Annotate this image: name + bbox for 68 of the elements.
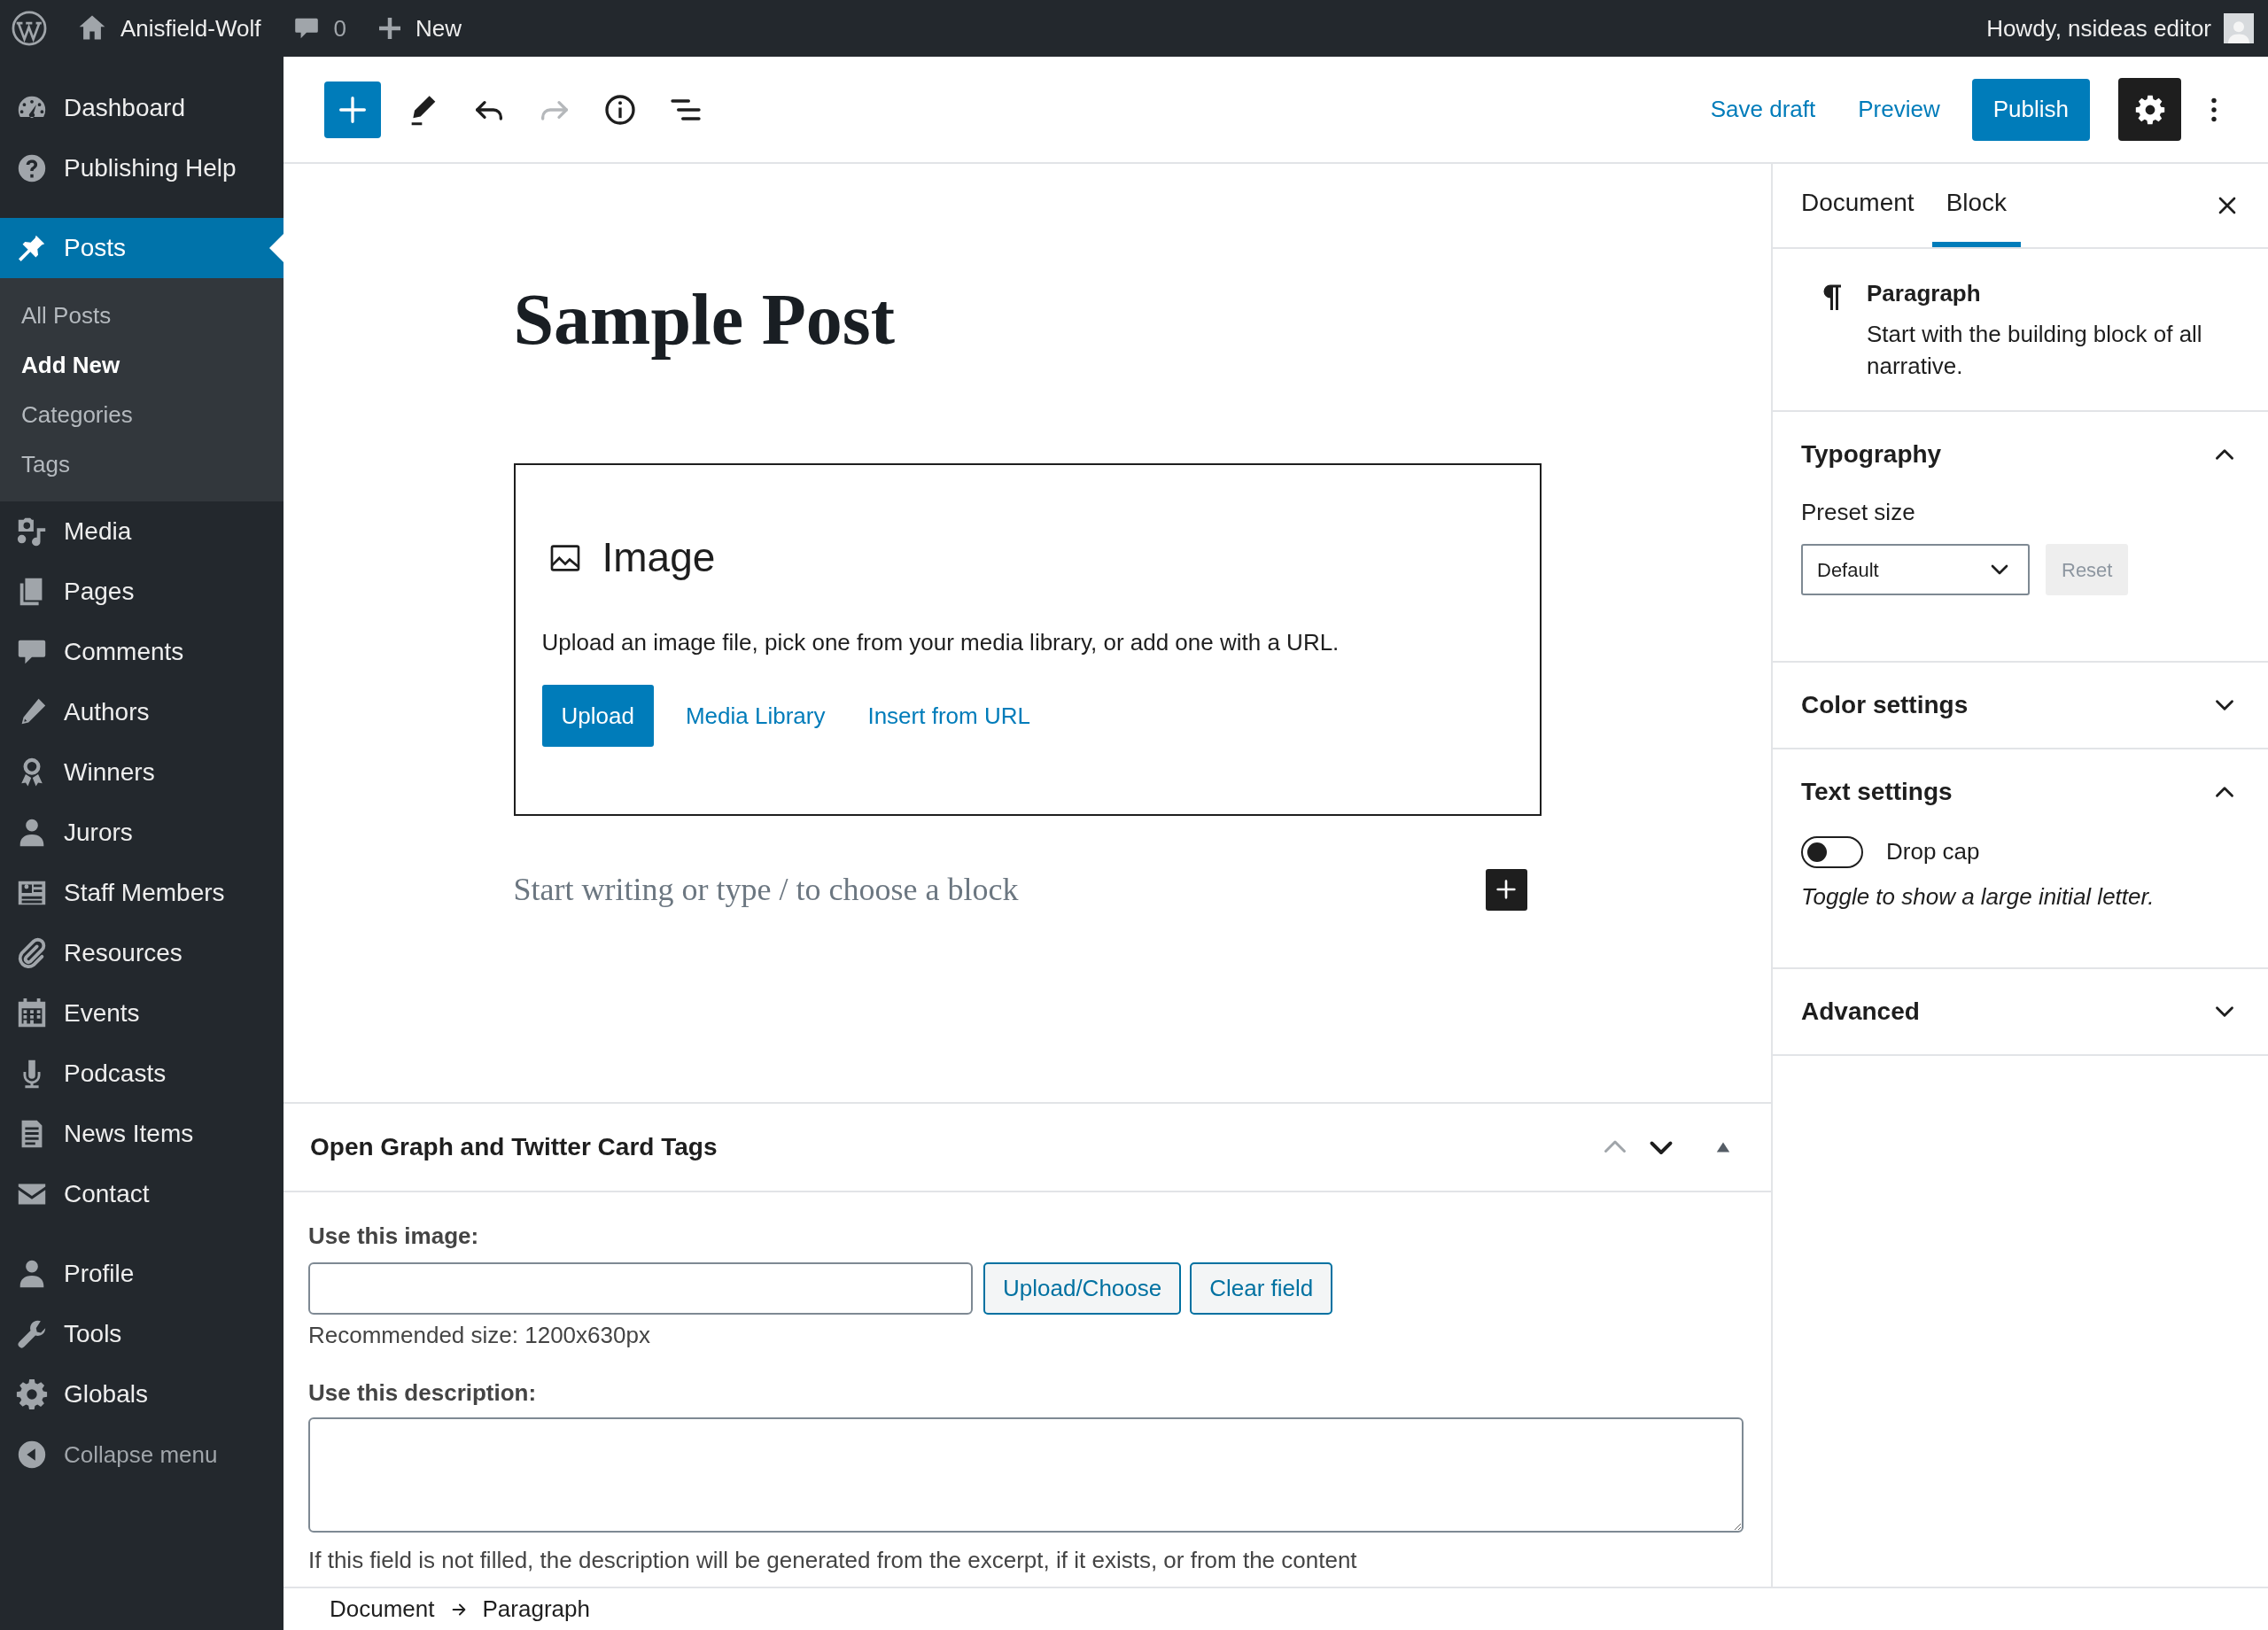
menu-item[interactable]: Resources	[0, 923, 284, 983]
drop-cap-toggle[interactable]	[1801, 835, 1863, 868]
menu-item[interactable]: Jurors	[0, 803, 284, 863]
panel-header[interactable]: Typography	[1773, 412, 2268, 497]
menu-item[interactable]: Staff Members	[0, 863, 284, 923]
upload-button[interactable]: Upload	[541, 685, 654, 747]
field-label: Use this description:	[308, 1378, 538, 1408]
menu-item[interactable]: Posts	[0, 218, 284, 278]
settings-button[interactable]	[2118, 78, 2181, 141]
menu-item[interactable]: Events	[0, 983, 284, 1044]
menu-item[interactable]: Publishing Help	[0, 138, 284, 198]
collapse-menu-button[interactable]: Collapse menu	[0, 1424, 284, 1485]
hint-text: Recommended size: 1200x630px	[308, 1321, 651, 1350]
panel-header[interactable]: Advanced	[1773, 969, 2268, 1054]
panel-header[interactable]: Text settings	[1773, 749, 2268, 834]
gear-icon	[15, 1378, 49, 1411]
help-text: If this field is not filled, the description will be generated from the excerpt, if it exists, or from the content	[308, 1546, 1358, 1575]
block-name: Paragraph	[1867, 279, 1982, 308]
meta-box-title: Open Graph and Twitter Card Tags	[310, 1132, 718, 1162]
submenu-item[interactable]: Add New	[0, 340, 284, 390]
clear-field-button[interactable]: Clear field	[1190, 1262, 1333, 1315]
preview-link[interactable]: Preview	[1858, 92, 1940, 127]
help-text: Toggle to show a large initial letter.	[1801, 882, 2155, 912]
instructions-text: Upload an image file, pick one from your media library, or add one with a URL.	[541, 628, 1340, 657]
menu-item[interactable]: Media	[0, 501, 284, 562]
menu-item[interactable]: Pages	[0, 562, 284, 622]
media-library-link[interactable]: Media Library	[685, 698, 826, 734]
block-title: Image	[602, 533, 716, 582]
wordpress-logo[interactable]	[11, 10, 48, 47]
menu-item[interactable]: Dashboard	[0, 78, 284, 138]
menu-item[interactable]: Profile	[0, 1244, 284, 1304]
add-block-button[interactable]	[1485, 868, 1527, 911]
upload-choose-button[interactable]: Upload/Choose	[983, 1262, 1182, 1315]
panel-header[interactable]: Color settings	[1773, 663, 2268, 748]
breadcrumb-link[interactable]: Paragraph	[482, 1592, 590, 1626]
submenu-item[interactable]: Categories	[0, 390, 284, 439]
breadcrumb-link[interactable]: Document	[330, 1592, 435, 1626]
menu-item[interactable]: Globals	[0, 1364, 284, 1424]
new-link[interactable]: New	[415, 11, 462, 46]
submenu-item[interactable]: Tags	[0, 439, 284, 489]
toggle-label: Drop cap	[1886, 837, 1980, 866]
menu-item[interactable]: Comments	[0, 622, 284, 682]
image-url-field[interactable]	[308, 1262, 973, 1315]
preset-size-select[interactable]: Default	[1801, 544, 2030, 595]
insert-from-url-link[interactable]: Insert from URL	[867, 698, 1030, 734]
sidebar-tab[interactable]: Document	[1787, 164, 1929, 247]
greeting-link[interactable]: Howdy, nsideas editor	[1986, 11, 2211, 46]
publish-button[interactable]: Publish	[1971, 78, 2090, 141]
menu-item[interactable]: Tools	[0, 1304, 284, 1364]
appender-placeholder[interactable]: Start writing or type / to choose a block	[513, 865, 1019, 913]
sidebar-tab[interactable]: Block	[1931, 164, 2022, 247]
description-field[interactable]	[308, 1417, 1744, 1533]
field-label: Preset size	[1801, 498, 1916, 527]
menu-item[interactable]: Authors	[0, 682, 284, 742]
menu-item[interactable]: Winners	[0, 742, 284, 803]
menu-item[interactable]: Podcasts	[0, 1044, 284, 1104]
post-title[interactable]: Sample Post	[513, 277, 1542, 362]
site-name-link[interactable]: Anisfield-Wolf	[120, 11, 261, 46]
menu-item[interactable]: Contact	[0, 1164, 284, 1224]
field-label: Use this image:	[308, 1222, 480, 1251]
settings-icon	[2133, 93, 2166, 126]
more-icon	[2211, 96, 2217, 123]
submenu-item[interactable]: All Posts	[0, 291, 284, 340]
menu-item[interactable]: News Items	[0, 1104, 284, 1164]
block-description: Start with the building block of all narrative.	[1867, 320, 2203, 381]
active-pointer	[269, 234, 284, 262]
comment-count: 0	[333, 13, 346, 43]
save-draft-link[interactable]: Save draft	[1710, 92, 1816, 127]
